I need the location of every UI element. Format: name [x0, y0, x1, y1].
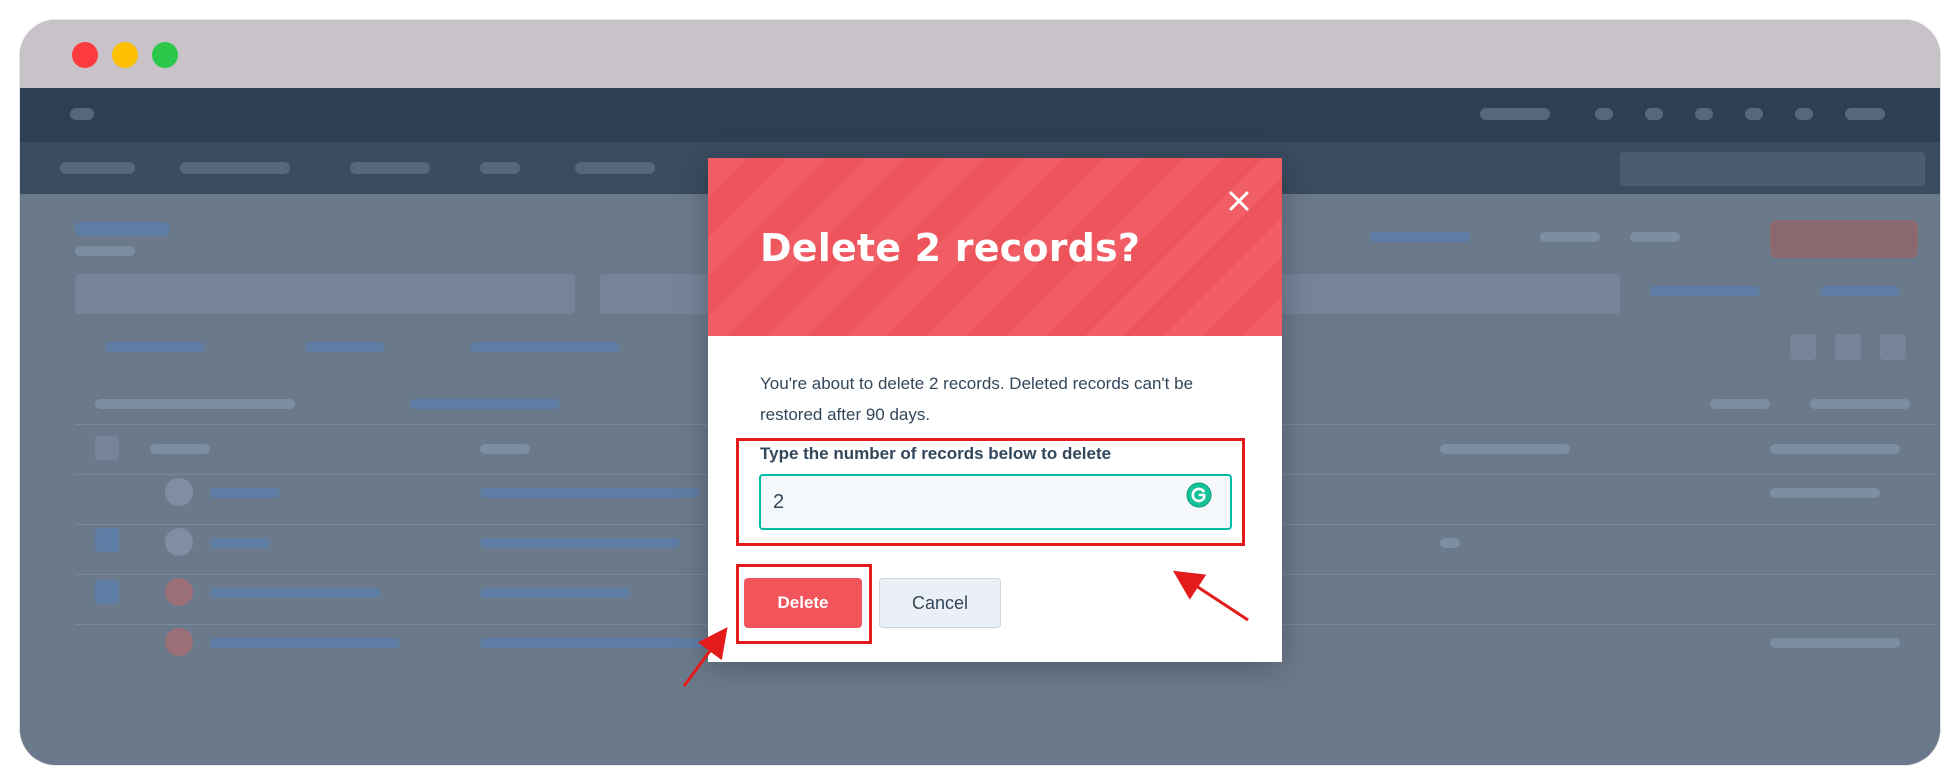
- cancel-button[interactable]: Cancel: [879, 578, 1001, 628]
- record-count-input[interactable]: [759, 474, 1232, 530]
- modal-body: You're about to delete 2 records. Delete…: [760, 368, 1240, 430]
- modal-description: You're about to delete 2 records. Delete…: [760, 374, 1194, 424]
- minimize-window-dot[interactable]: [112, 42, 138, 68]
- grammarly-icon[interactable]: [1186, 482, 1212, 508]
- window-titlebar: [20, 20, 1940, 88]
- delete-records-modal: Delete 2 records? You're about to delete…: [708, 158, 1282, 662]
- modal-title: Delete 2 records?: [760, 226, 1141, 270]
- record-count-label: Type the number of records below to dele…: [760, 444, 1112, 463]
- close-icon[interactable]: [1224, 186, 1254, 216]
- close-window-dot[interactable]: [72, 42, 98, 68]
- app-topbar: [20, 88, 1940, 142]
- maximize-window-dot[interactable]: [152, 42, 178, 68]
- modal-header: Delete 2 records?: [708, 158, 1282, 336]
- delete-button[interactable]: Delete: [744, 578, 862, 628]
